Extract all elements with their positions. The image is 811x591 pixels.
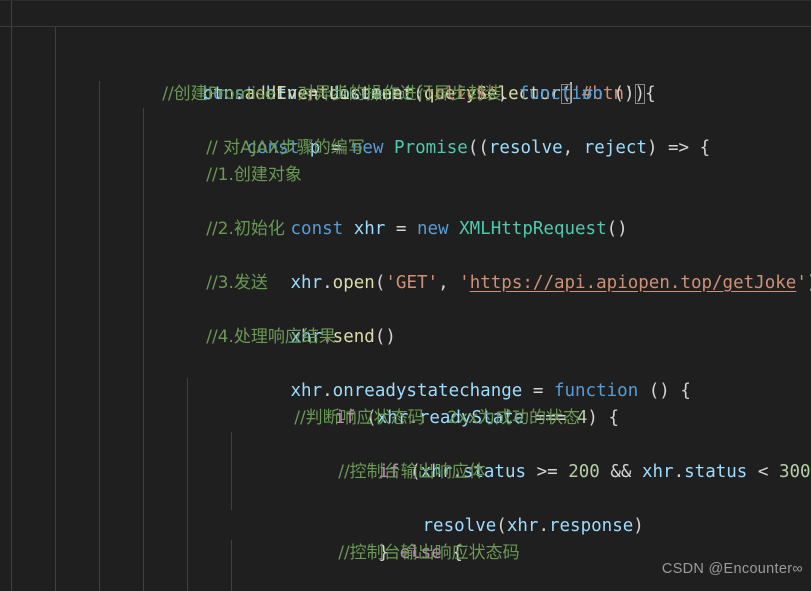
code-line-18[interactable]: resolve(xhr.response) (0, 459, 811, 536)
code-line-9[interactable]: xhr.open('GET', 'https://api.apiopen.top… (0, 216, 811, 293)
code-line-6[interactable]: //1.创建对象 (0, 135, 811, 185)
code-line-16[interactable]: if (xhr.status >= 200 && xhr.status < 30… (0, 405, 811, 482)
code-line-14[interactable]: if (xhr.readyState === 4) { (0, 351, 811, 428)
code-line-21[interactable]: reject(xhr.status) (0, 540, 811, 567)
code-line-8[interactable]: //2.初始化 (0, 189, 811, 239)
code-line-12[interactable]: //4.处理响应结果 (0, 297, 811, 347)
code-line-1[interactable]: const btn = document.querySelector('#btn… (0, 0, 811, 104)
code-editor-viewport[interactable]: const btn = document.querySelector('#btn… (0, 0, 811, 591)
code-line-10[interactable]: //3.发送 (0, 243, 811, 293)
code-line-15[interactable]: //判断响应状态码 2xx为成功的状态 (0, 378, 811, 428)
code-line-3[interactable]: //创建Promise 对异步的操作进行异步封装 (0, 54, 811, 104)
code-line-22[interactable]: console.log(xhr.status); (0, 567, 811, 591)
code-line-2[interactable]: btn.addEventListener('click', function (… (0, 27, 811, 104)
code-line-7[interactable]: const xhr = new XMLHttpRequest() (0, 162, 811, 239)
code-line-11[interactable]: xhr.send() (0, 270, 811, 347)
code-line-13[interactable]: xhr.onreadystatechange = function () { (0, 324, 811, 401)
code-line-17[interactable]: //控制台输出响应体 (0, 432, 811, 482)
active-line-highlight (0, 0, 811, 27)
code-line-20[interactable]: //控制台输出响应状态码 (0, 513, 811, 563)
code-line-5[interactable]: // 对AJAX步骤的编写 (0, 108, 811, 158)
code-line-19[interactable]: } else { (0, 486, 811, 563)
code-line-4[interactable]: const p = new Promise((resolve, reject) … (0, 81, 811, 158)
code-lines[interactable]: const btn = document.querySelector('#btn… (0, 0, 811, 591)
